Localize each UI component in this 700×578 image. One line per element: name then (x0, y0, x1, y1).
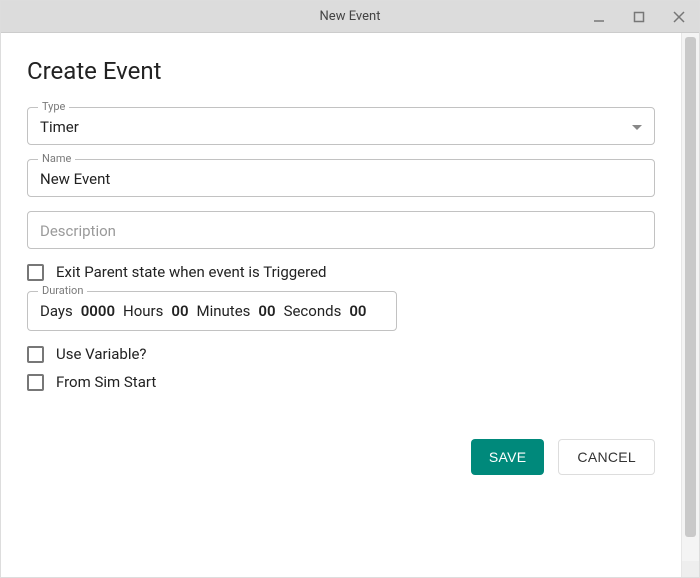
chevron-down-icon (632, 125, 642, 130)
from-sim-checkbox-row[interactable]: From Sim Start (27, 373, 655, 391)
seconds-value[interactable]: 00 (349, 302, 366, 320)
description-placeholder: Description (40, 222, 116, 240)
dialog-content: Create Event Type Timer Name New Event D… (1, 33, 681, 577)
type-value: Timer (40, 118, 79, 136)
minutes-value[interactable]: 00 (258, 302, 275, 320)
duration-group[interactable]: Duration Days 0000 Hours 00 Minutes 00 S… (27, 291, 397, 331)
use-variable-checkbox-row[interactable]: Use Variable? (27, 345, 655, 363)
window-controls (579, 1, 699, 32)
use-variable-checkbox[interactable] (27, 346, 44, 363)
page-title: Create Event (27, 57, 655, 85)
close-button[interactable] (659, 1, 699, 32)
save-button[interactable]: SAVE (471, 439, 545, 475)
name-value: New Event (40, 170, 110, 188)
type-select[interactable]: Type Timer (27, 107, 655, 145)
dialog-footer: SAVE CANCEL (27, 439, 655, 475)
from-sim-checkbox[interactable] (27, 374, 44, 391)
vertical-scrollbar[interactable] (681, 33, 699, 577)
scrollbar-thumb[interactable] (685, 37, 696, 537)
hours-label: Hours (123, 302, 163, 320)
from-sim-label: From Sim Start (56, 373, 156, 391)
description-field[interactable]: Description (27, 211, 655, 249)
window-title: New Event (320, 9, 381, 24)
dialog-window: New Event Create Event Type Timer (0, 0, 700, 578)
duration-label: Duration (38, 284, 87, 297)
type-label: Type (38, 100, 69, 113)
seconds-label: Seconds (284, 302, 342, 320)
use-variable-label: Use Variable? (56, 345, 147, 363)
days-label: Days (40, 302, 73, 320)
hours-value[interactable]: 00 (171, 302, 188, 320)
minutes-label: Minutes (197, 302, 251, 320)
cancel-button[interactable]: CANCEL (558, 439, 655, 475)
minimize-button[interactable] (579, 1, 619, 32)
maximize-button[interactable] (619, 1, 659, 32)
exit-parent-checkbox[interactable] (27, 264, 44, 281)
days-value[interactable]: 0000 (81, 302, 115, 320)
name-label: Name (38, 152, 75, 165)
exit-parent-checkbox-row[interactable]: Exit Parent state when event is Triggere… (27, 263, 655, 281)
titlebar: New Event (1, 1, 699, 33)
exit-parent-label: Exit Parent state when event is Triggere… (56, 263, 326, 281)
name-field[interactable]: Name New Event (27, 159, 655, 197)
scrollbar-corner (682, 561, 699, 577)
